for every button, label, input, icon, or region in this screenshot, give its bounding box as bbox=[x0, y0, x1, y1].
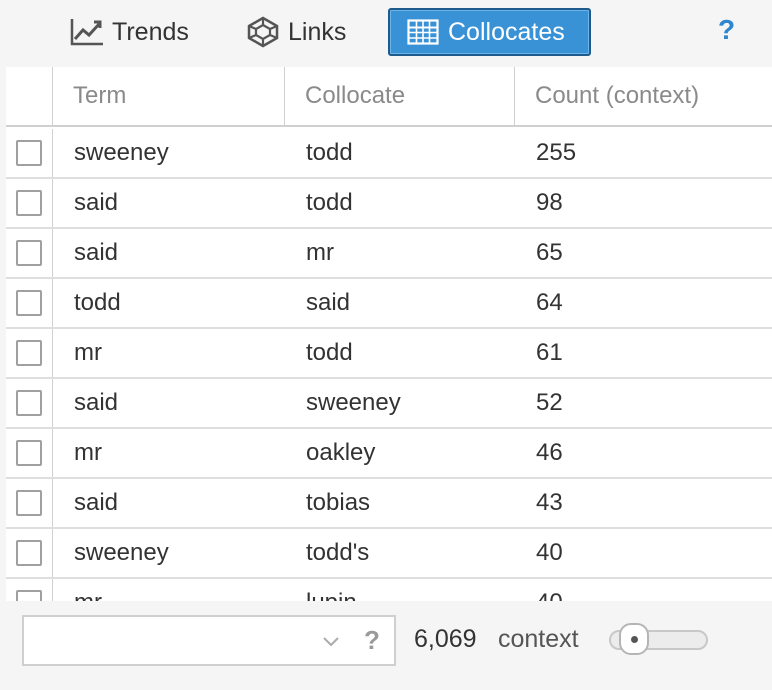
count-cell: 43 bbox=[536, 489, 563, 516]
collocate-cell: sweeney bbox=[306, 389, 401, 416]
collocate-cell: lupin bbox=[285, 579, 515, 601]
count-cell: 255 bbox=[536, 139, 577, 166]
term-cell: said bbox=[74, 239, 119, 266]
term-cell: mr bbox=[74, 439, 102, 466]
term-cell: sweeney bbox=[74, 539, 169, 566]
chevron-down-icon[interactable] bbox=[320, 630, 342, 652]
tab-bar: Trends Links Collocates ? bbox=[0, 0, 772, 64]
collocate-cell: todd bbox=[306, 339, 353, 366]
row-checkbox[interactable] bbox=[16, 340, 42, 366]
row-checkbox[interactable] bbox=[16, 540, 42, 566]
table-icon bbox=[404, 16, 442, 48]
term-search-combo[interactable]: ? bbox=[22, 615, 396, 666]
term-cell: todd bbox=[74, 289, 121, 316]
count-cell: 40 bbox=[536, 539, 563, 566]
column-header-term[interactable]: Term bbox=[53, 67, 285, 125]
help-button[interactable]: ? bbox=[718, 14, 735, 46]
term-cell: sweeney bbox=[74, 139, 169, 166]
total-count: 6,069 bbox=[414, 625, 477, 653]
count-cell: 40 bbox=[515, 579, 772, 601]
term-cell: mr bbox=[53, 579, 285, 601]
collocate-cell: todd bbox=[306, 189, 353, 216]
count-cell: 46 bbox=[536, 439, 563, 466]
collocate-cell: said bbox=[306, 289, 351, 316]
collocates-table: Term Collocate Count (context) sweeney t… bbox=[6, 67, 772, 601]
column-header-count[interactable]: Count (context) bbox=[515, 67, 772, 125]
row-checkbox[interactable] bbox=[16, 490, 42, 516]
term-cell: said bbox=[74, 489, 119, 516]
context-label: context bbox=[498, 625, 579, 653]
network-icon bbox=[244, 16, 282, 48]
column-header-select[interactable] bbox=[6, 67, 53, 125]
collocate-cell: tobias bbox=[306, 489, 371, 516]
collocate-cell: todd bbox=[306, 139, 353, 166]
table-row[interactable]: mr todd 61 bbox=[6, 329, 772, 379]
row-checkbox[interactable] bbox=[16, 590, 42, 601]
count-cell: 61 bbox=[536, 339, 563, 366]
term-cell: said bbox=[74, 189, 119, 216]
search-help-button[interactable]: ? bbox=[364, 625, 380, 656]
row-checkbox[interactable] bbox=[16, 290, 42, 316]
table-row[interactable]: said tobias 43 bbox=[6, 479, 772, 529]
term-cell: said bbox=[74, 389, 119, 416]
bottom-toolbar: ? 6,069 context bbox=[6, 601, 772, 681]
table-row[interactable]: todd said 64 bbox=[6, 279, 772, 329]
count-cell: 98 bbox=[536, 189, 563, 216]
table-body: sweeney todd 255 said todd 98 said mr 65… bbox=[6, 129, 772, 601]
term-cell: mr bbox=[74, 339, 102, 366]
collocate-cell: todd's bbox=[306, 539, 370, 566]
table-row[interactable]: sweeney todd 255 bbox=[6, 129, 772, 179]
tab-links[interactable]: Links bbox=[238, 8, 352, 56]
line-chart-icon bbox=[68, 16, 106, 48]
tab-trends[interactable]: Trends bbox=[62, 8, 195, 56]
table-row[interactable]: mr oakley 46 bbox=[6, 429, 772, 479]
count-cell: 64 bbox=[536, 289, 563, 316]
tab-links-label: Links bbox=[288, 17, 347, 46]
row-checkbox[interactable] bbox=[16, 240, 42, 266]
collocates-panel: Trends Links Collocates ? Term Collocate… bbox=[0, 0, 772, 690]
collocate-cell: oakley bbox=[306, 439, 376, 466]
row-checkbox[interactable] bbox=[16, 190, 42, 216]
column-header-collocate[interactable]: Collocate bbox=[285, 67, 515, 125]
table-row[interactable]: mr lupin 40 bbox=[6, 579, 772, 601]
table-row[interactable]: said sweeney 52 bbox=[6, 379, 772, 429]
count-cell: 65 bbox=[536, 239, 563, 266]
collocate-cell: mr bbox=[306, 239, 334, 266]
table-row[interactable]: said todd 98 bbox=[6, 179, 772, 229]
context-slider-handle[interactable] bbox=[619, 623, 650, 655]
count-cell: 52 bbox=[536, 389, 563, 416]
tab-collocates[interactable]: Collocates bbox=[388, 8, 591, 56]
tab-collocates-label: Collocates bbox=[448, 17, 565, 46]
tab-trends-label: Trends bbox=[112, 17, 189, 46]
table-row[interactable]: said mr 65 bbox=[6, 229, 772, 279]
row-checkbox[interactable] bbox=[16, 440, 42, 466]
row-checkbox[interactable] bbox=[16, 140, 42, 166]
table-row[interactable]: sweeney todd's 40 bbox=[6, 529, 772, 579]
row-checkbox[interactable] bbox=[16, 390, 42, 416]
table-header: Term Collocate Count (context) bbox=[6, 67, 772, 127]
